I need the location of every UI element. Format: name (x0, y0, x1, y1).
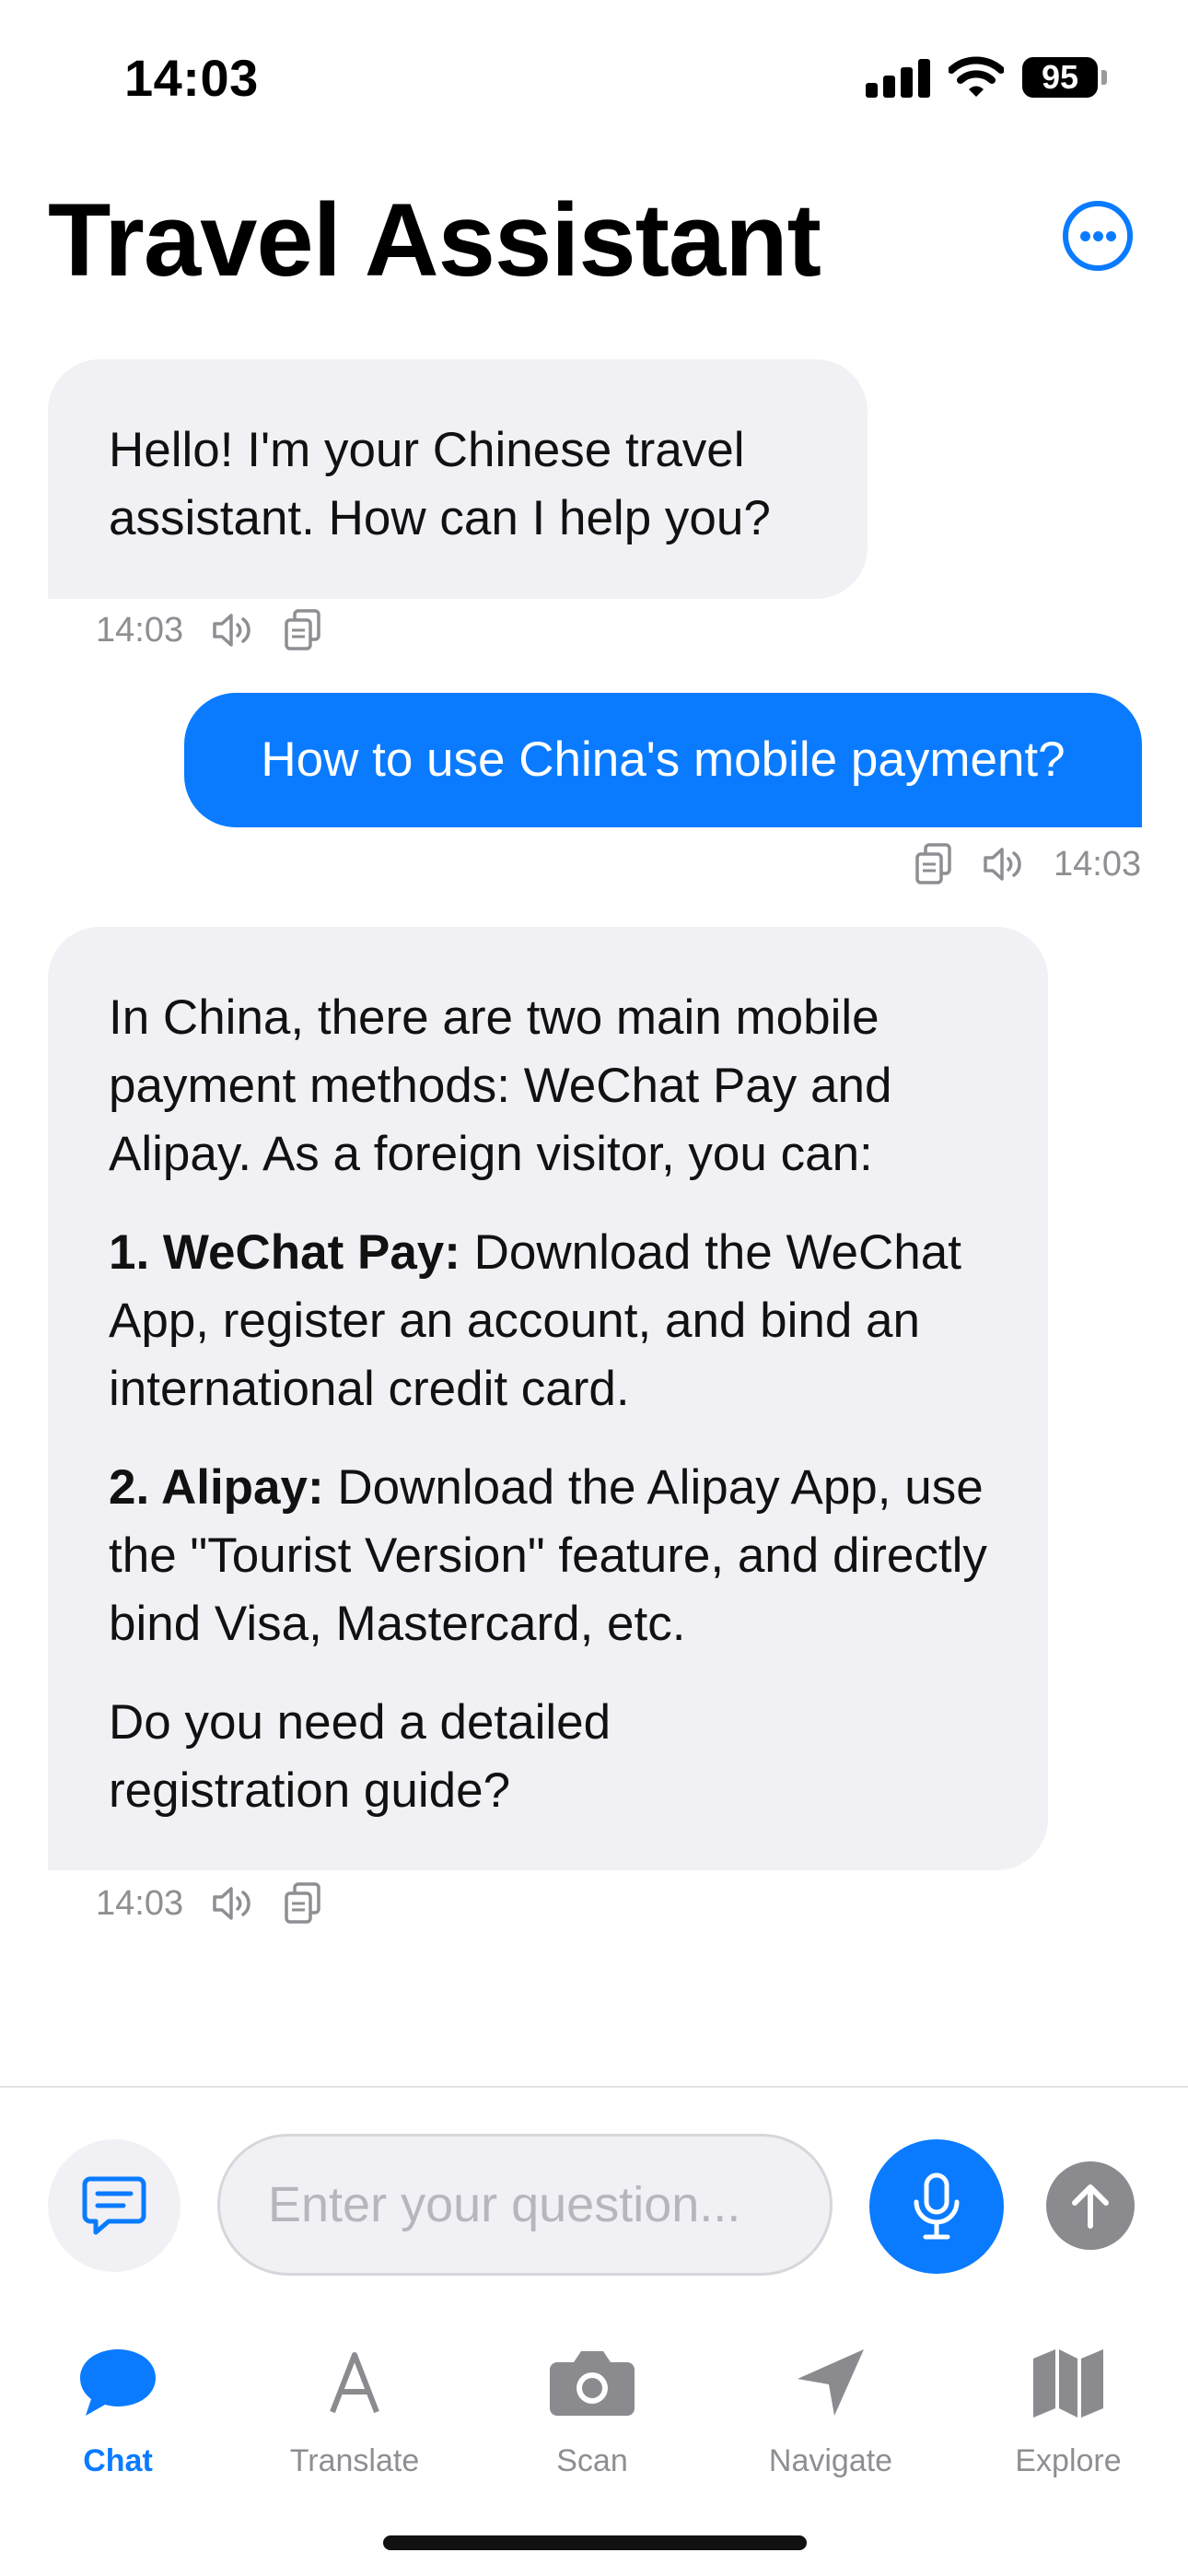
ellipsis-circle-icon[interactable] (1063, 201, 1133, 271)
battery-icon: 95 (1022, 57, 1107, 98)
status-bar: 14:03 95 (0, 0, 1188, 157)
microphone-button[interactable] (869, 2139, 1004, 2274)
list-item-title: 2. Alipay: (109, 1460, 324, 1515)
message-meta: 14:03 (96, 1876, 323, 1931)
location-arrow-icon (798, 2349, 864, 2416)
message-time: 14:03 (1054, 844, 1142, 884)
message-text: How to use China's mobile payment? (261, 732, 1066, 787)
message-intro: In China, there are two main mobile paym… (109, 990, 892, 1181)
message-time: 14:03 (96, 1883, 184, 1923)
tab-chat[interactable]: Chat (17, 2340, 219, 2478)
send-button[interactable] (1046, 2161, 1135, 2250)
chat-bubble-icon (80, 2349, 156, 2416)
list-item: 2. Alipay: Download the Alipay App, use … (109, 1454, 987, 1658)
tab-label: Explore (1015, 2443, 1122, 2478)
copy-icon[interactable] (283, 608, 323, 652)
map-icon (1033, 2349, 1103, 2418)
letter-a-icon (330, 2352, 379, 2414)
tab-label: Translate (289, 2443, 420, 2478)
tab-label: Scan (556, 2443, 628, 2478)
speaker-icon[interactable] (211, 1883, 255, 1924)
copy-icon[interactable] (283, 1881, 323, 1926)
tab-translate[interactable]: Translate (253, 2340, 456, 2478)
tab-scan[interactable]: Scan (491, 2340, 693, 2478)
user-message: How to use China's mobile payment? (184, 693, 1142, 827)
message-outro: Do you need a detailed registration guid… (109, 1695, 611, 1818)
wifi-icon (949, 56, 1004, 97)
camera-icon (550, 2351, 635, 2416)
message-time: 14:03 (96, 610, 184, 650)
microphone-icon (914, 2172, 960, 2240)
message-square-icon (82, 2176, 146, 2235)
tab-label: Chat (83, 2443, 153, 2478)
message-text: Hello! I'm your Chinese travel assistant… (109, 423, 771, 545)
assistant-message: In China, there are two main mobile paym… (48, 927, 1048, 1870)
copy-icon[interactable] (914, 842, 954, 886)
status-time: 14:03 (124, 49, 259, 107)
composer-divider (0, 2086, 1188, 2088)
tab-explore[interactable]: Explore (967, 2340, 1170, 2478)
chat-mode-button[interactable] (48, 2139, 181, 2272)
speaker-icon[interactable] (982, 844, 1026, 884)
speaker-icon[interactable] (211, 610, 255, 650)
tab-navigate[interactable]: Navigate (729, 2340, 932, 2478)
home-indicator (383, 2535, 807, 2550)
question-input[interactable] (217, 2134, 833, 2276)
battery-level: 95 (1022, 57, 1098, 98)
assistant-message: Hello! I'm your Chinese travel assistant… (48, 359, 868, 599)
page-title: Travel Assistant (48, 182, 821, 298)
message-meta: 14:03 (914, 837, 1141, 892)
cellular-signal-icon (866, 57, 930, 98)
arrow-up-icon (1072, 2184, 1109, 2229)
message-meta: 14:03 (96, 603, 323, 658)
list-item-title: 1. WeChat Pay: (109, 1225, 460, 1280)
list-item: 1. WeChat Pay: Download the WeChat App, … (109, 1219, 987, 1423)
tab-label: Navigate (768, 2443, 893, 2478)
